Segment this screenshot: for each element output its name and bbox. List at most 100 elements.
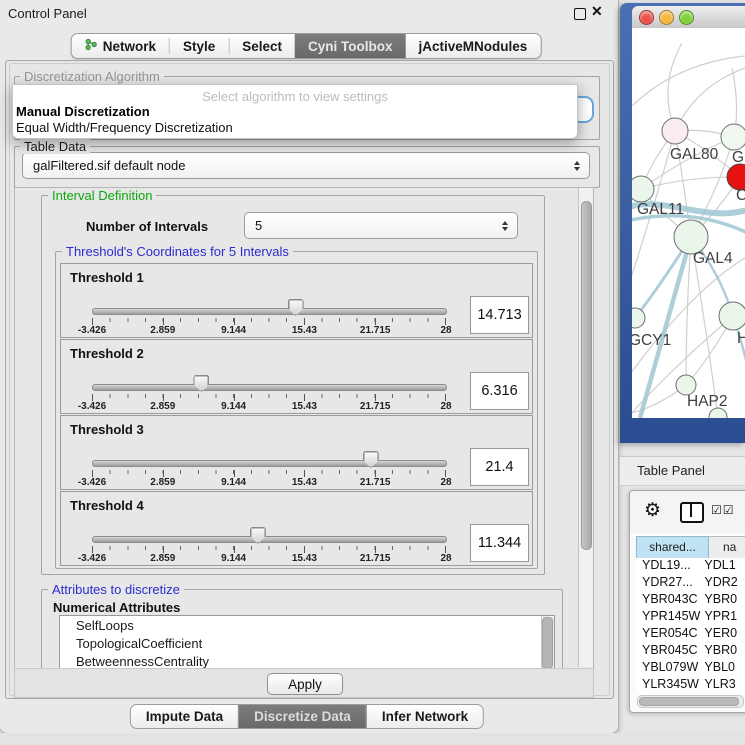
node-label: GAL80 [670, 146, 719, 163]
numerical-attributes-label: Numerical Attributes [53, 600, 180, 615]
slider-thumb[interactable] [250, 527, 266, 544]
table-row[interactable]: YDR27...YDR2 [636, 575, 745, 592]
slider-thumb[interactable] [288, 299, 304, 316]
column-header-shared-name[interactable]: shared... [636, 536, 709, 559]
list-scrollbar-thumb[interactable] [542, 617, 553, 669]
num-intervals-combobox[interactable]: 5 [244, 212, 518, 239]
slider-ticks [92, 318, 446, 325]
control-panel-tabbar: Network Style Select Cyni Toolbox jActiv… [71, 33, 542, 59]
threshold-value-field[interactable]: 14.713 [470, 296, 529, 334]
settings-scroll-viewport: Interval Definition Number of Intervals … [14, 187, 594, 670]
column-header-name[interactable]: na [709, 536, 745, 559]
node-label: GCY1 [632, 332, 671, 349]
apply-button[interactable]: Apply [267, 673, 343, 695]
control-panel-window: Control Panel ✕ Network Style Select [0, 0, 619, 734]
desktop: Control Panel ✕ Network Style Select [0, 0, 745, 745]
threshold-value-field[interactable]: 11.344 [470, 524, 529, 562]
tab-label: Infer Network [382, 709, 468, 724]
table-data-combobox[interactable]: galFiltered.sif default node [22, 152, 590, 179]
table-row[interactable]: YPR145WYPR1 [636, 609, 745, 626]
zoom-traffic-light[interactable] [679, 10, 694, 25]
node-top-right[interactable] [721, 124, 745, 150]
node-label: GAL4 [693, 250, 733, 267]
slider-thumb[interactable] [193, 375, 209, 392]
close-traffic-light[interactable] [639, 10, 654, 25]
combo-arrows-icon [502, 221, 508, 231]
list-scrollbar[interactable] [541, 616, 554, 670]
table-row[interactable]: YBR045CYBR0 [636, 643, 745, 660]
table-panel-title: Table Panel [637, 463, 705, 478]
node-label: G [732, 149, 744, 166]
dropdown-option-selected[interactable]: Manual Discretization [16, 104, 150, 119]
tab-style[interactable]: Style [170, 34, 228, 58]
table-row[interactable]: YDL19...YDL1 [636, 558, 745, 575]
node-hap2[interactable] [676, 375, 696, 395]
cyni-bottom-tabbar: Impute Data Discretize Data Infer Networ… [130, 704, 484, 729]
float-window-icon[interactable] [574, 8, 586, 20]
minimize-traffic-light[interactable] [659, 10, 674, 25]
threshold-value-field[interactable]: 6.316 [470, 372, 529, 410]
tab-network[interactable]: Network [72, 34, 169, 58]
tab-impute-data[interactable]: Impute Data [131, 705, 238, 728]
list-item[interactable]: TopologicalCoefficient [60, 634, 554, 652]
network-nodes-icon [85, 38, 98, 54]
slider-tick-labels: -3.426 2.859 9.144 15.43 21.715 28 [92, 401, 446, 412]
viewport-scrollbar[interactable] [578, 188, 593, 667]
tab-label: Cyni Toolbox [308, 39, 393, 54]
tab-jactivemnodules[interactable]: jActiveMNodules [406, 34, 541, 58]
node-gal11[interactable] [632, 176, 654, 202]
tab-cyni-toolbox[interactable]: Cyni Toolbox [295, 34, 406, 58]
slider-ticks [92, 546, 446, 553]
node-h[interactable] [719, 302, 745, 330]
threshold-1-panel: Threshold 1 -3.426 2.859 9.144 15.43 21.… [60, 263, 533, 338]
tab-label: Style [183, 39, 215, 54]
combo-arrows-icon [574, 161, 580, 171]
select-columns-icon[interactable]: ☑☑ [711, 503, 735, 517]
desktop-strip [0, 733, 745, 745]
dropdown-option[interactable]: Equal Width/Frequency Discretization [16, 120, 233, 135]
table-horizontal-scrollbar[interactable] [637, 695, 744, 708]
slider-tick-labels: -3.426 2.859 9.144 15.43 21.715 28 [92, 325, 446, 336]
table-panel-window: ⚙ ☑☑ shared... na YDL19...YDL1 YDR27...Y… [629, 490, 745, 713]
node-label: GAL11 [637, 201, 684, 218]
table-row[interactable]: YBL079WYBL0 [636, 660, 745, 677]
node-gal4[interactable] [674, 220, 708, 254]
list-item[interactable]: SelfLoops [60, 616, 554, 634]
slider-ticks [92, 394, 446, 401]
split-columns-icon[interactable] [680, 502, 704, 523]
close-icon[interactable]: ✕ [591, 3, 603, 20]
table-row[interactable]: YBR043CYBR0 [636, 592, 745, 609]
threshold-2-panel: Threshold 2 -3.426 2.859 9.144 15.43 21.… [60, 339, 533, 414]
table-row[interactable]: YLR345WYLR3 [636, 677, 745, 694]
table-row[interactable]: YER054CYER0 [636, 626, 745, 643]
node-gcy1[interactable] [632, 308, 645, 328]
table-hscrollbar-thumb[interactable] [639, 697, 739, 706]
threshold-label: Threshold 4 [70, 498, 144, 513]
node-gal80[interactable] [662, 118, 688, 144]
slider-thumb[interactable] [363, 451, 379, 468]
network-view-canvas[interactable]: GAL80 G C GAL11 GAL4 GCY1 H HAP2 [632, 28, 745, 418]
threshold-3-panel: Threshold 3 -3.426 2.859 9.144 15.43 21.… [60, 415, 533, 490]
table-toolbar: ⚙ ☑☑ [630, 491, 745, 533]
viewport-scrollbar-thumb[interactable] [581, 201, 592, 550]
tab-label: Network [103, 39, 156, 54]
tab-label: Select [242, 39, 282, 54]
network-nodes [632, 118, 745, 418]
slider-tick-labels: -3.426 2.859 9.144 15.43 21.715 28 [92, 553, 446, 564]
tab-infer-network[interactable]: Infer Network [367, 705, 483, 728]
numerical-attributes-list: SelfLoops TopologicalCoefficient Between… [59, 615, 555, 670]
slider-tick-labels: -3.426 2.859 9.144 15.43 21.715 28 [92, 477, 446, 488]
gear-icon[interactable]: ⚙ [644, 499, 661, 522]
window-title: Control Panel [8, 6, 87, 21]
table-body: YDL19...YDL1 YDR27...YDR2 YBR043CYBR0 YP… [636, 558, 745, 695]
algorithm-dropdown-popup: Select algorithm to view settings Manual… [12, 84, 578, 139]
network-window-titlebar[interactable] [632, 6, 745, 29]
tab-select[interactable]: Select [229, 34, 295, 58]
threshold-4-panel: Threshold 4 -3.426 2.859 9.144 15.43 21.… [60, 491, 533, 566]
network-window: GAL80 G C GAL11 GAL4 GCY1 H HAP2 [620, 3, 745, 443]
node-label: C [736, 187, 745, 204]
threshold-label: Threshold 2 [70, 346, 144, 361]
tab-discretize-data[interactable]: Discretize Data [238, 705, 367, 728]
threshold-value-field[interactable]: 21.4 [470, 448, 529, 486]
group-title: Threshold's Coordinates for 5 Intervals [62, 244, 293, 259]
